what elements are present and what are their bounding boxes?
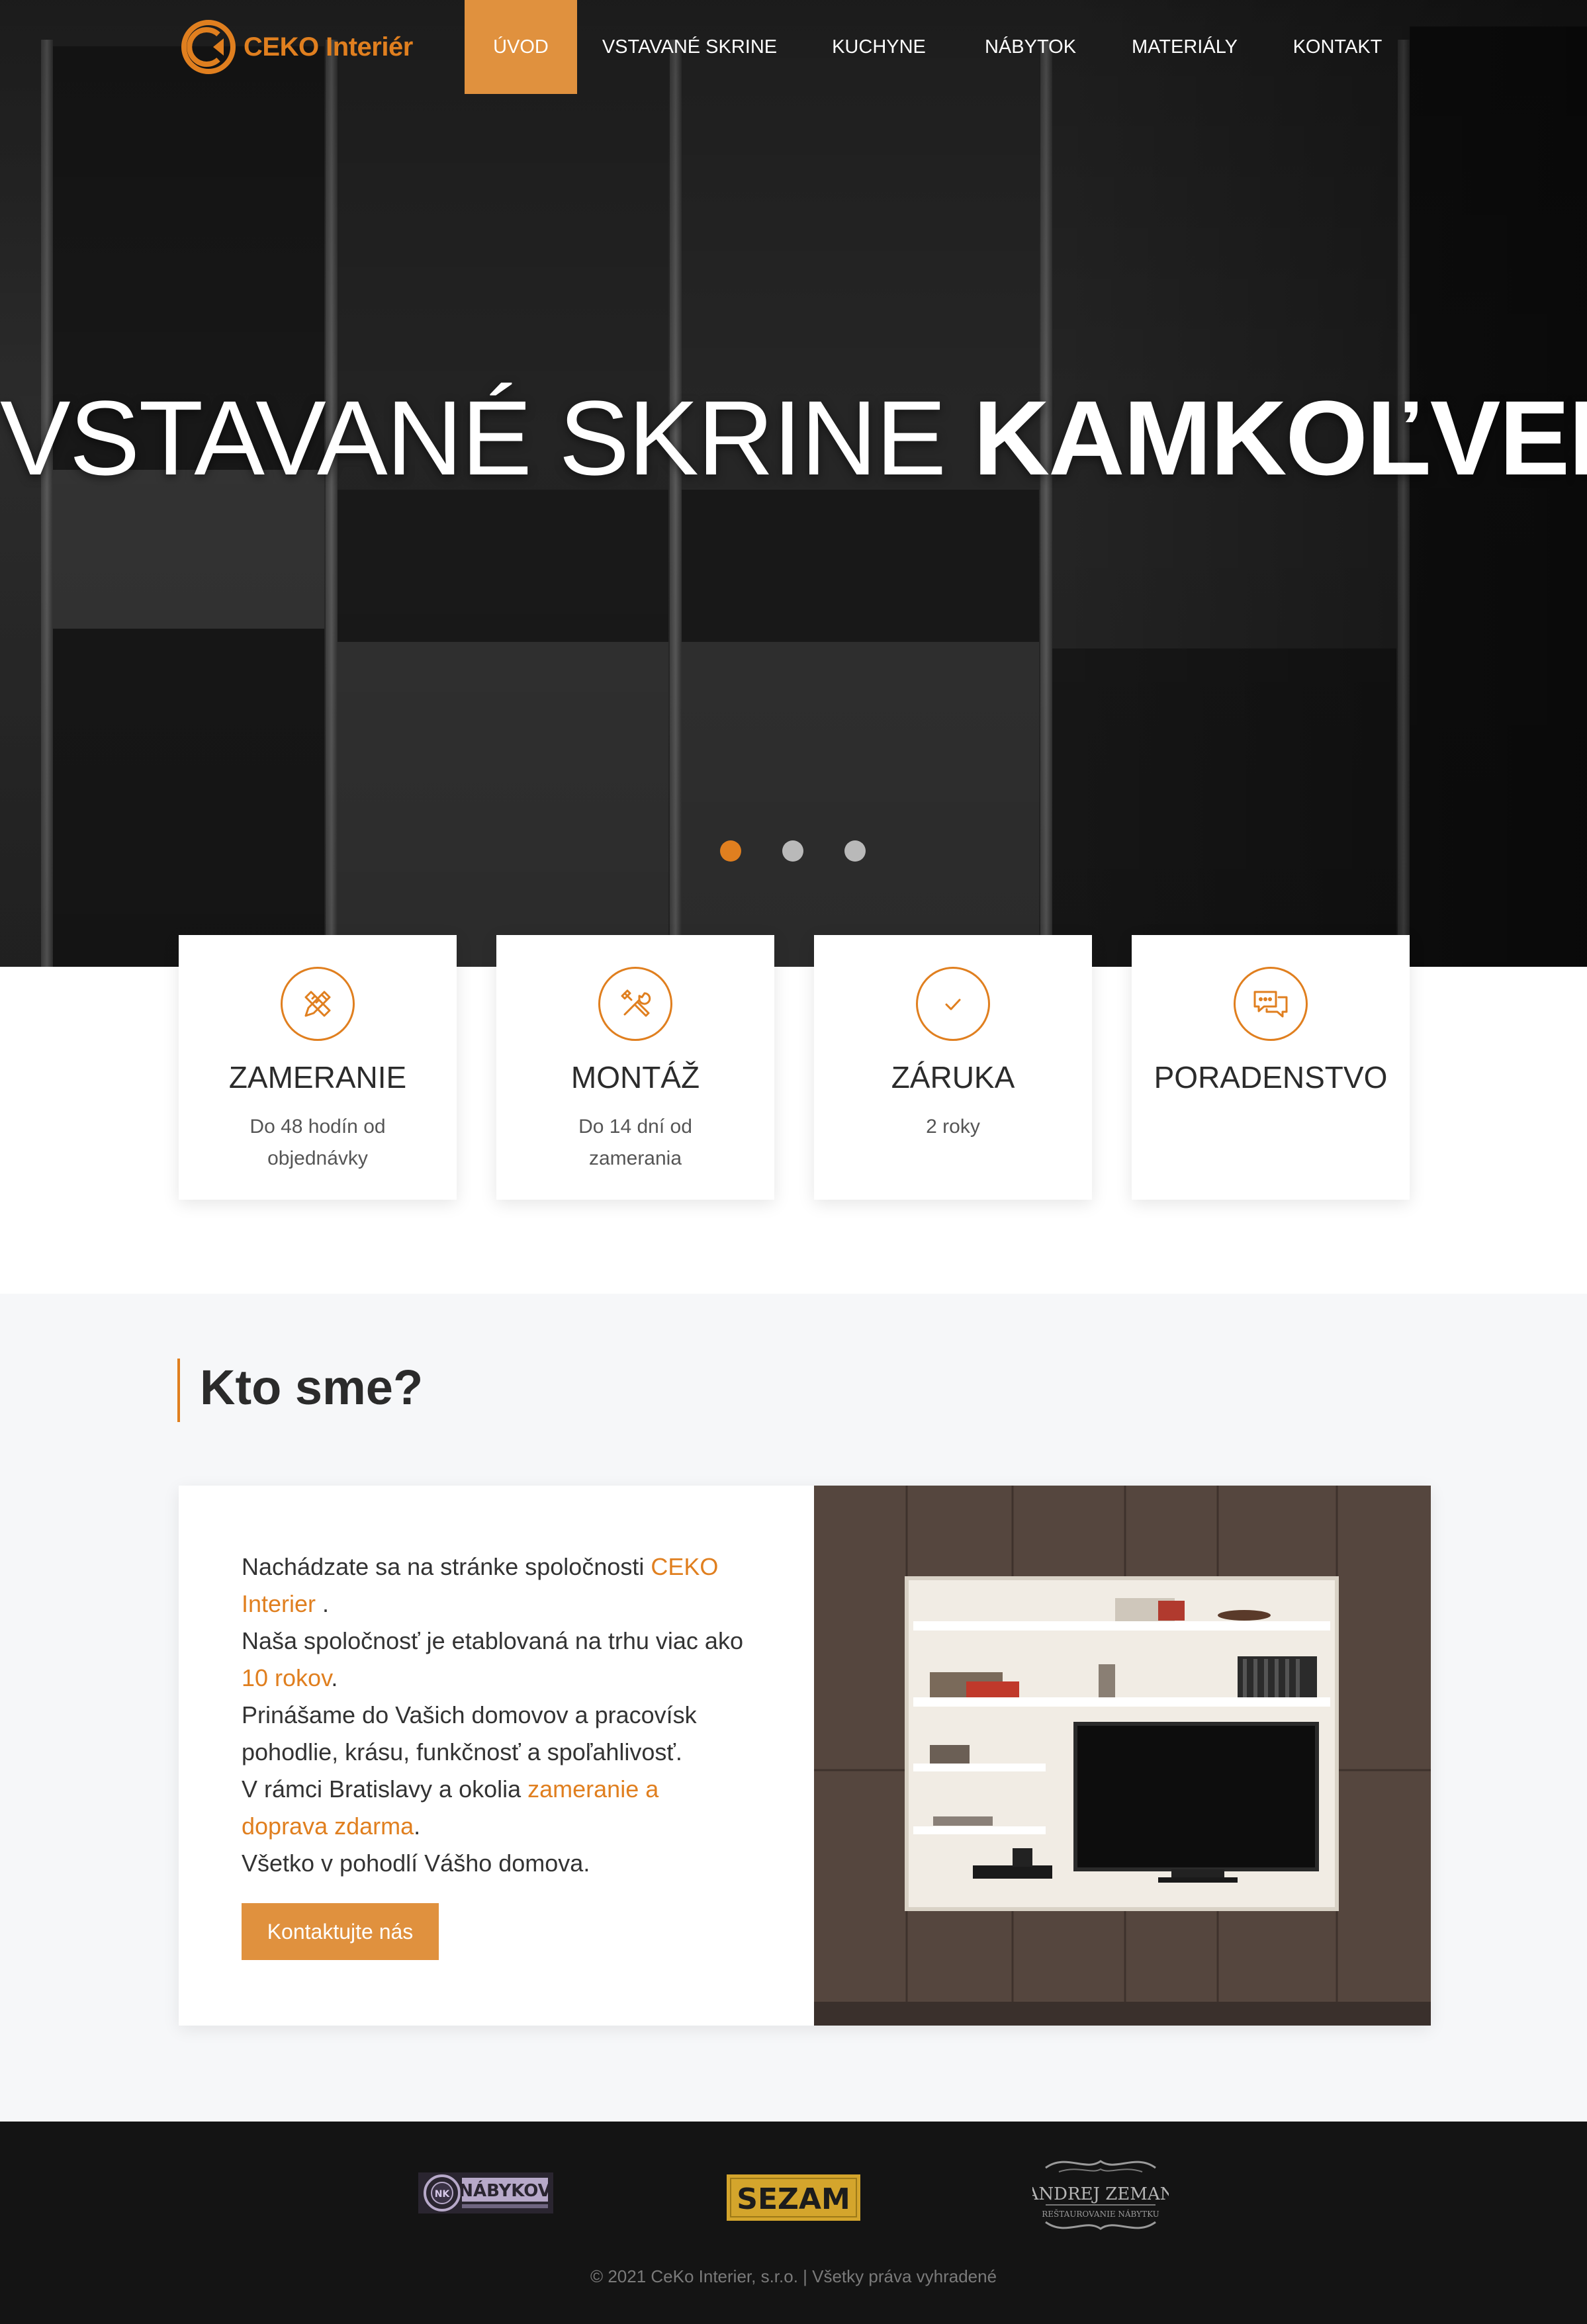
feature-card-montaz: MONTÁŽ Do 14 dní od zamerania xyxy=(496,935,774,1200)
feature-subtitle: 2 roky xyxy=(926,1116,980,1138)
nav-item-uvod[interactable]: ÚVOD xyxy=(465,0,577,94)
contact-button[interactable]: Kontaktujte nás xyxy=(242,1903,439,1960)
slider-pagination xyxy=(720,840,866,862)
hero-slider: CEKO Interiér ÚVOD VSTAVANÉ SKRINE KUCHY… xyxy=(0,0,1587,967)
features-row: ZAMERANIE Do 48 hodín od objednávky MONT… xyxy=(179,935,1410,1200)
slider-dot-1[interactable] xyxy=(720,840,741,862)
feature-card-zaruka: ZÁRUKA 2 roky xyxy=(814,935,1092,1200)
feature-title: MONTÁŽ xyxy=(570,1060,700,1095)
nav-item-kontakt[interactable]: KONTAKT xyxy=(1264,0,1411,94)
feature-title: ZAMERANIE xyxy=(228,1060,407,1095)
partner-name: SEZAM xyxy=(737,2182,850,2216)
about-text-segment: Všetko v pohodlí Vášho domova. xyxy=(242,1850,590,1877)
about-text-segment: . xyxy=(316,1590,330,1617)
checkmark-icon xyxy=(916,967,990,1041)
about-text-segment: Naša spoločnosť je etablovaná na trhu vi… xyxy=(242,1627,743,1654)
about-text-segment: . xyxy=(331,1664,338,1691)
partner-logo-sezam[interactable]: SEZAM xyxy=(727,2174,860,2221)
partner-subtitle: REŠTAUROVANIE NÁBYTKU xyxy=(1042,2208,1159,2219)
chat-bubbles-icon xyxy=(1234,967,1308,1041)
tools-icon xyxy=(598,967,672,1041)
pencil-ruler-icon xyxy=(281,967,355,1041)
slider-dot-3[interactable] xyxy=(844,840,866,862)
nav-item-materialy[interactable]: MATERIÁLY xyxy=(1105,0,1264,94)
about-heading: Kto sme? xyxy=(200,1360,424,1415)
about-text: Nachádzate sa na stránke spoločnosti CEK… xyxy=(242,1548,745,1882)
nav-item-kuchyne[interactable]: KUCHYNE xyxy=(802,0,956,94)
slider-dot-2[interactable] xyxy=(782,840,803,862)
logo-mark-icon xyxy=(180,19,237,75)
nav-item-vstavane-skrine[interactable]: VSTAVANÉ SKRINE xyxy=(577,0,802,94)
svg-text:NK: NK xyxy=(435,2189,451,2200)
about-card: Nachádzate sa na stránke spoločnosti CEK… xyxy=(179,1486,1431,2026)
feature-card-poradenstvo: PORADENSTVO xyxy=(1132,935,1410,1200)
main-nav: ÚVOD VSTAVANÉ SKRINE KUCHYNE NÁBYTOK MAT… xyxy=(465,0,1411,94)
partner-logo-nabykov[interactable]: NK NÁBYKOV xyxy=(418,2170,553,2216)
feature-subtitle: Do 48 hodín od objednávky xyxy=(249,1116,386,1169)
hero-title-bold: KAMKOĽVEK xyxy=(973,379,1587,497)
heading-accent-bar xyxy=(177,1359,180,1422)
site-logo[interactable]: CEKO Interiér xyxy=(180,17,413,77)
about-text-segment: Nachádzate sa na stránke spoločnosti xyxy=(242,1553,651,1580)
tv-unit-photo xyxy=(814,1486,1431,2026)
hero-title-light: VSTAVANÉ SKRINE xyxy=(0,379,946,497)
feature-card-zameranie: ZAMERANIE Do 48 hodín od objednávky xyxy=(179,935,457,1200)
years-highlight: 10 rokov xyxy=(242,1664,332,1691)
copyright-text: © 2021 CeKo Interier, s.r.o. | Všetky pr… xyxy=(590,2266,997,2286)
about-text-segment: . xyxy=(414,1812,421,1840)
site-footer xyxy=(0,2122,1587,2324)
partner-name: ANDREJ ZEMAN xyxy=(1032,2184,1169,2204)
about-text-segment: V rámci Bratislavy a okolia xyxy=(242,1775,528,1803)
feature-title: PORADENSTVO xyxy=(1154,1060,1388,1095)
partner-name: NÁBYKOV xyxy=(459,2180,551,2201)
nav-item-nabytok[interactable]: NÁBYTOK xyxy=(956,0,1105,94)
partner-logo-andrej-zeman[interactable]: ANDREJ ZEMAN REŠTAUROVANIE NÁBYTKU xyxy=(1026,2152,1175,2238)
feature-title: ZÁRUKA xyxy=(891,1060,1015,1095)
logo-text: CEKO Interiér xyxy=(244,32,413,62)
site-header: CEKO Interiér ÚVOD VSTAVANÉ SKRINE KUCHY… xyxy=(0,0,1587,94)
hero-title: VSTAVANÉ SKRINE KAMKOĽVEK xyxy=(0,377,1587,499)
about-text-segment: Prinášame do Vašich domovov a pracovísk … xyxy=(242,1701,697,1765)
feature-subtitle: Do 14 dní od zamerania xyxy=(578,1116,692,1169)
